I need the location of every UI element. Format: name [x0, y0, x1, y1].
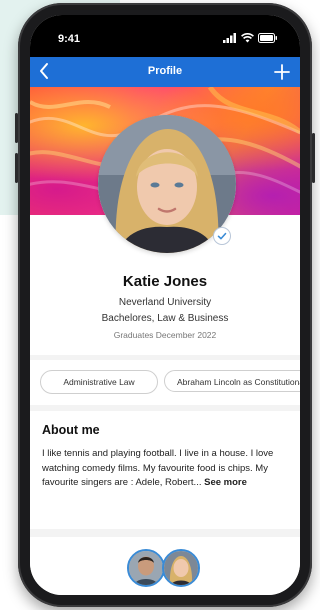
nav-bar: Profile	[30, 57, 300, 87]
chip-administrative-law[interactable]: Administrative Law	[40, 370, 158, 394]
phone-frame: 9:41 Profile Katie Jones Neverland Unive…	[15, 3, 315, 607]
phone-screen: 9:41 Profile Katie Jones Neverland Unive…	[30, 15, 300, 595]
chip-abraham-lincoln[interactable]: Abraham Lincoln as Constitutional	[164, 370, 300, 392]
status-time: 9:41	[58, 33, 81, 45]
signal-icon	[223, 33, 237, 46]
friend-avatar[interactable]	[127, 549, 165, 587]
profile-name: Katie Jones	[122, 273, 208, 290]
system-icons	[223, 33, 278, 46]
chip-label: Abraham Lincoln as Constitutional	[177, 377, 300, 387]
plus-icon	[274, 64, 290, 80]
power-button	[312, 133, 315, 183]
profile-graduation: Graduates December 2022	[113, 330, 217, 340]
see-more-link[interactable]: See more	[204, 477, 247, 488]
verified-badge	[213, 227, 231, 245]
interest-chips: Administrative Law Abraham Lincoln as Co…	[30, 360, 300, 405]
friends-section	[30, 537, 300, 595]
friend-photo	[164, 551, 198, 585]
chip-label: Administrative Law	[63, 377, 135, 387]
battery-icon	[258, 33, 278, 46]
status-bar: 9:41	[30, 15, 300, 57]
friend-photo	[129, 551, 163, 585]
profile-university: Neverland University	[118, 297, 212, 308]
about-section: About me I like tennis and playing footb…	[30, 411, 300, 529]
page-title: Profile	[147, 65, 183, 77]
volume-up-button	[15, 113, 18, 143]
about-text: I like tennis and playing football. I li…	[42, 447, 290, 491]
wifi-icon	[241, 33, 254, 46]
profile-degree: Bachelores, Law & Business	[101, 313, 229, 324]
about-heading: About me	[42, 423, 100, 437]
volume-down-button	[15, 153, 18, 183]
check-icon	[217, 232, 227, 240]
friend-avatar[interactable]	[162, 549, 200, 587]
